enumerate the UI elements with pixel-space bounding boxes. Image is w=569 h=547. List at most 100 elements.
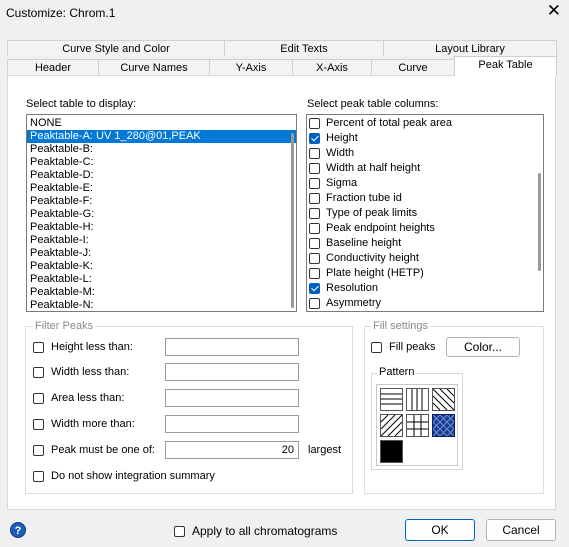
list-item[interactable]: Peaktable-D: (27, 169, 296, 182)
list-item[interactable]: Peaktable-C: (27, 156, 296, 169)
list-item-selected[interactable]: Peaktable-A: UV 1_280@01,PEAK (27, 130, 296, 143)
column-checkbox[interactable] (309, 298, 320, 309)
list-item[interactable]: Peaktable-M: (27, 286, 296, 299)
column-item[interactable]: Resolution (307, 281, 543, 296)
tab-y-axis[interactable]: Y-Axis (209, 59, 293, 75)
height-less-label: Height less than: (51, 341, 133, 353)
column-label: Asymmetry (326, 297, 381, 309)
pattern-grid-lines[interactable] (406, 414, 429, 437)
column-item[interactable]: Asymmetry (307, 296, 543, 311)
list-item[interactable]: Peaktable-F: (27, 195, 296, 208)
table-select-label: Select table to display: (26, 98, 137, 110)
columns-scrollbar[interactable] (538, 173, 541, 271)
column-checkbox[interactable] (309, 223, 320, 234)
table-listbox[interactable]: NONE Peaktable-A: UV 1_280@01,PEAK Peakt… (26, 114, 297, 312)
column-checkbox[interactable] (309, 133, 320, 144)
apply-all-checkbox[interactable] (174, 525, 185, 537)
column-checkbox[interactable] (309, 148, 320, 159)
list-item[interactable]: Peaktable-L: (27, 273, 296, 286)
column-item[interactable]: Fraction tube id (307, 191, 543, 206)
area-less-label: Area less than: (51, 392, 125, 404)
column-label: Sigma (326, 177, 358, 189)
no-summary-checkbox[interactable] (33, 470, 44, 482)
tab-x-axis[interactable]: X-Axis (292, 59, 372, 75)
tab-edit-texts[interactable]: Edit Texts (224, 40, 384, 56)
column-item[interactable]: Width (307, 146, 543, 161)
tab-layout-library[interactable]: Layout Library (383, 40, 557, 56)
fill-peaks-label: Fill peaks (389, 341, 436, 353)
column-item[interactable]: Width at half height (307, 161, 543, 176)
height-less-row: Height less than: (33, 339, 133, 355)
width-more-row: Width more than: (33, 416, 135, 432)
list-item[interactable]: Peaktable-I: (27, 234, 296, 247)
tab-curve-style-color[interactable]: Curve Style and Color (7, 40, 225, 56)
color-button[interactable]: Color... (446, 337, 520, 357)
columns-select-label: Select peak table columns: (307, 98, 439, 110)
column-checkbox[interactable] (309, 193, 320, 204)
close-icon[interactable]: ✕ (547, 2, 561, 20)
pattern-back-diagonal-lines[interactable] (380, 414, 403, 437)
column-checkbox[interactable] (309, 253, 320, 264)
peak-count-input[interactable]: 20 (165, 441, 299, 459)
column-label: Resolution (326, 282, 378, 294)
list-item[interactable]: Peaktable-N: (27, 299, 296, 311)
width-more-checkbox[interactable] (33, 418, 44, 430)
column-checkbox[interactable] (309, 118, 320, 129)
pattern-diagonal-lines[interactable] (432, 388, 455, 411)
list-item[interactable]: Peaktable-J: (27, 247, 296, 260)
width-less-label: Width less than: (51, 366, 130, 378)
peak-one-of-row: Peak must be one of: (33, 442, 155, 458)
width-less-checkbox[interactable] (33, 366, 44, 378)
column-item[interactable]: Peak endpoint heights (307, 221, 543, 236)
column-item[interactable]: Conductivity height (307, 251, 543, 266)
column-checkbox[interactable] (309, 163, 320, 174)
tab-curve[interactable]: Curve (371, 59, 455, 75)
area-less-input[interactable] (165, 389, 299, 407)
column-item[interactable]: Percent of total peak area (307, 116, 543, 131)
pattern-vertical-lines[interactable] (406, 388, 429, 411)
list-item[interactable]: NONE (27, 117, 296, 130)
window-title: Customize: Chrom.1 (6, 6, 116, 20)
pattern-solid[interactable] (380, 440, 403, 463)
height-less-input[interactable] (165, 338, 299, 356)
help-icon[interactable]: ? (10, 522, 26, 538)
list-item[interactable]: Peaktable-H: (27, 221, 296, 234)
fill-peaks-checkbox[interactable] (371, 341, 382, 353)
filter-peaks-title: Filter Peaks (33, 320, 96, 332)
tab-peak-table[interactable]: Peak Table (454, 56, 557, 76)
column-label: Height (326, 132, 358, 144)
column-checkbox[interactable] (309, 178, 320, 189)
height-less-checkbox[interactable] (33, 341, 44, 353)
column-label: Baseline height (326, 237, 402, 249)
tab-header[interactable]: Header (7, 59, 99, 75)
area-less-checkbox[interactable] (33, 392, 44, 404)
tab-curve-names[interactable]: Curve Names (98, 59, 210, 75)
column-item[interactable]: Type of peak limits (307, 206, 543, 221)
columns-listbox[interactable]: Percent of total peak area Height Width Wid… (306, 114, 544, 312)
list-item[interactable]: Peaktable-G: (27, 208, 296, 221)
list-item[interactable]: Peaktable-E: (27, 182, 296, 195)
list-item[interactable]: Peaktable-B: (27, 143, 296, 156)
pattern-crosshatch-selected[interactable] (432, 414, 455, 437)
column-item[interactable]: Plate height (HETP) (307, 266, 543, 281)
column-label: Peak endpoint heights (326, 222, 435, 234)
peak-one-of-label: Peak must be one of: (51, 444, 155, 456)
column-checkbox[interactable] (309, 268, 320, 279)
width-more-input[interactable] (165, 415, 299, 433)
column-item[interactable]: Height (307, 131, 543, 146)
pattern-title: Pattern (377, 366, 417, 378)
width-less-input[interactable] (165, 363, 299, 381)
pattern-horizontal-lines[interactable] (380, 388, 403, 411)
table-scrollbar[interactable] (291, 133, 294, 308)
list-item[interactable]: Peaktable-K: (27, 260, 296, 273)
ok-button[interactable]: OK (405, 519, 475, 541)
column-checkbox[interactable] (309, 208, 320, 219)
column-label: Width at half height (326, 162, 421, 174)
column-item[interactable]: Sigma (307, 176, 543, 191)
peak-one-of-checkbox[interactable] (33, 444, 44, 456)
column-checkbox[interactable] (309, 283, 320, 294)
no-summary-row: Do not show integration summary (33, 468, 215, 484)
cancel-button[interactable]: Cancel (486, 519, 556, 541)
column-item[interactable]: Baseline height (307, 236, 543, 251)
column-checkbox[interactable] (309, 238, 320, 249)
